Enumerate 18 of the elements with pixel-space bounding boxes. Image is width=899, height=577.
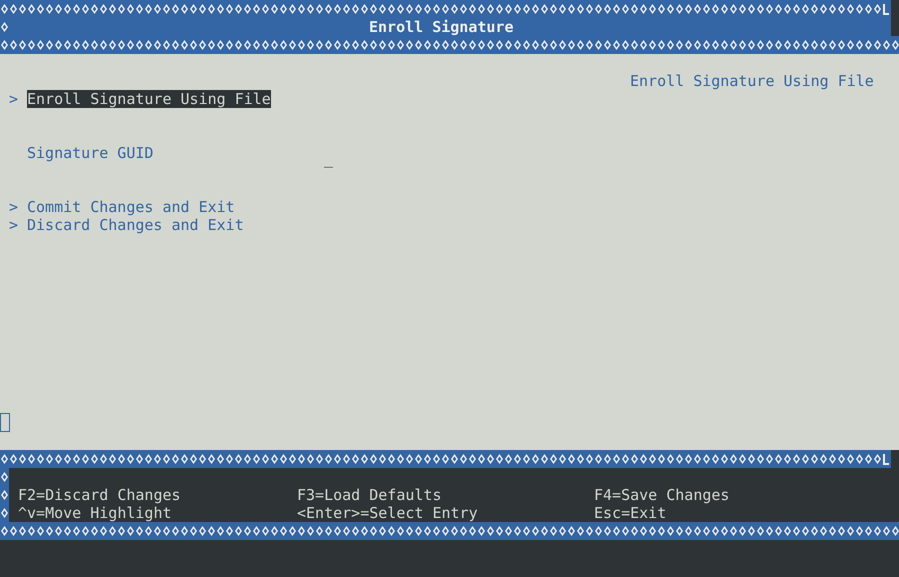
help-text: Enroll Signature Using File [630, 72, 874, 90]
key-hint: ^v=Move Highlight [18, 504, 173, 522]
arrow-marker: > [9, 90, 20, 108]
menu-item[interactable]: Commit Changes and Exit [27, 198, 235, 216]
key-hint: F2=Discard Changes [18, 486, 182, 504]
key-hint: <Enter>=Select Entry [297, 504, 479, 522]
key-hint: F4=Save Changes [594, 486, 730, 504]
field-label: Signature GUID [27, 144, 154, 162]
key-hint: Esc=Exit [594, 504, 668, 522]
input-field[interactable]: _ [324, 150, 334, 168]
menu-item[interactable]: Enroll Signature Using File [27, 90, 271, 108]
menu-item[interactable]: Discard Changes and Exit [27, 216, 244, 234]
scroll-block [891, 0, 899, 36]
arrow-marker: > [9, 198, 20, 216]
arrow-marker: > [9, 216, 20, 234]
key-hint: F3=Load Defaults [297, 486, 442, 504]
window-title: Enroll Signature [369, 18, 514, 36]
cursor-box [0, 413, 10, 432]
